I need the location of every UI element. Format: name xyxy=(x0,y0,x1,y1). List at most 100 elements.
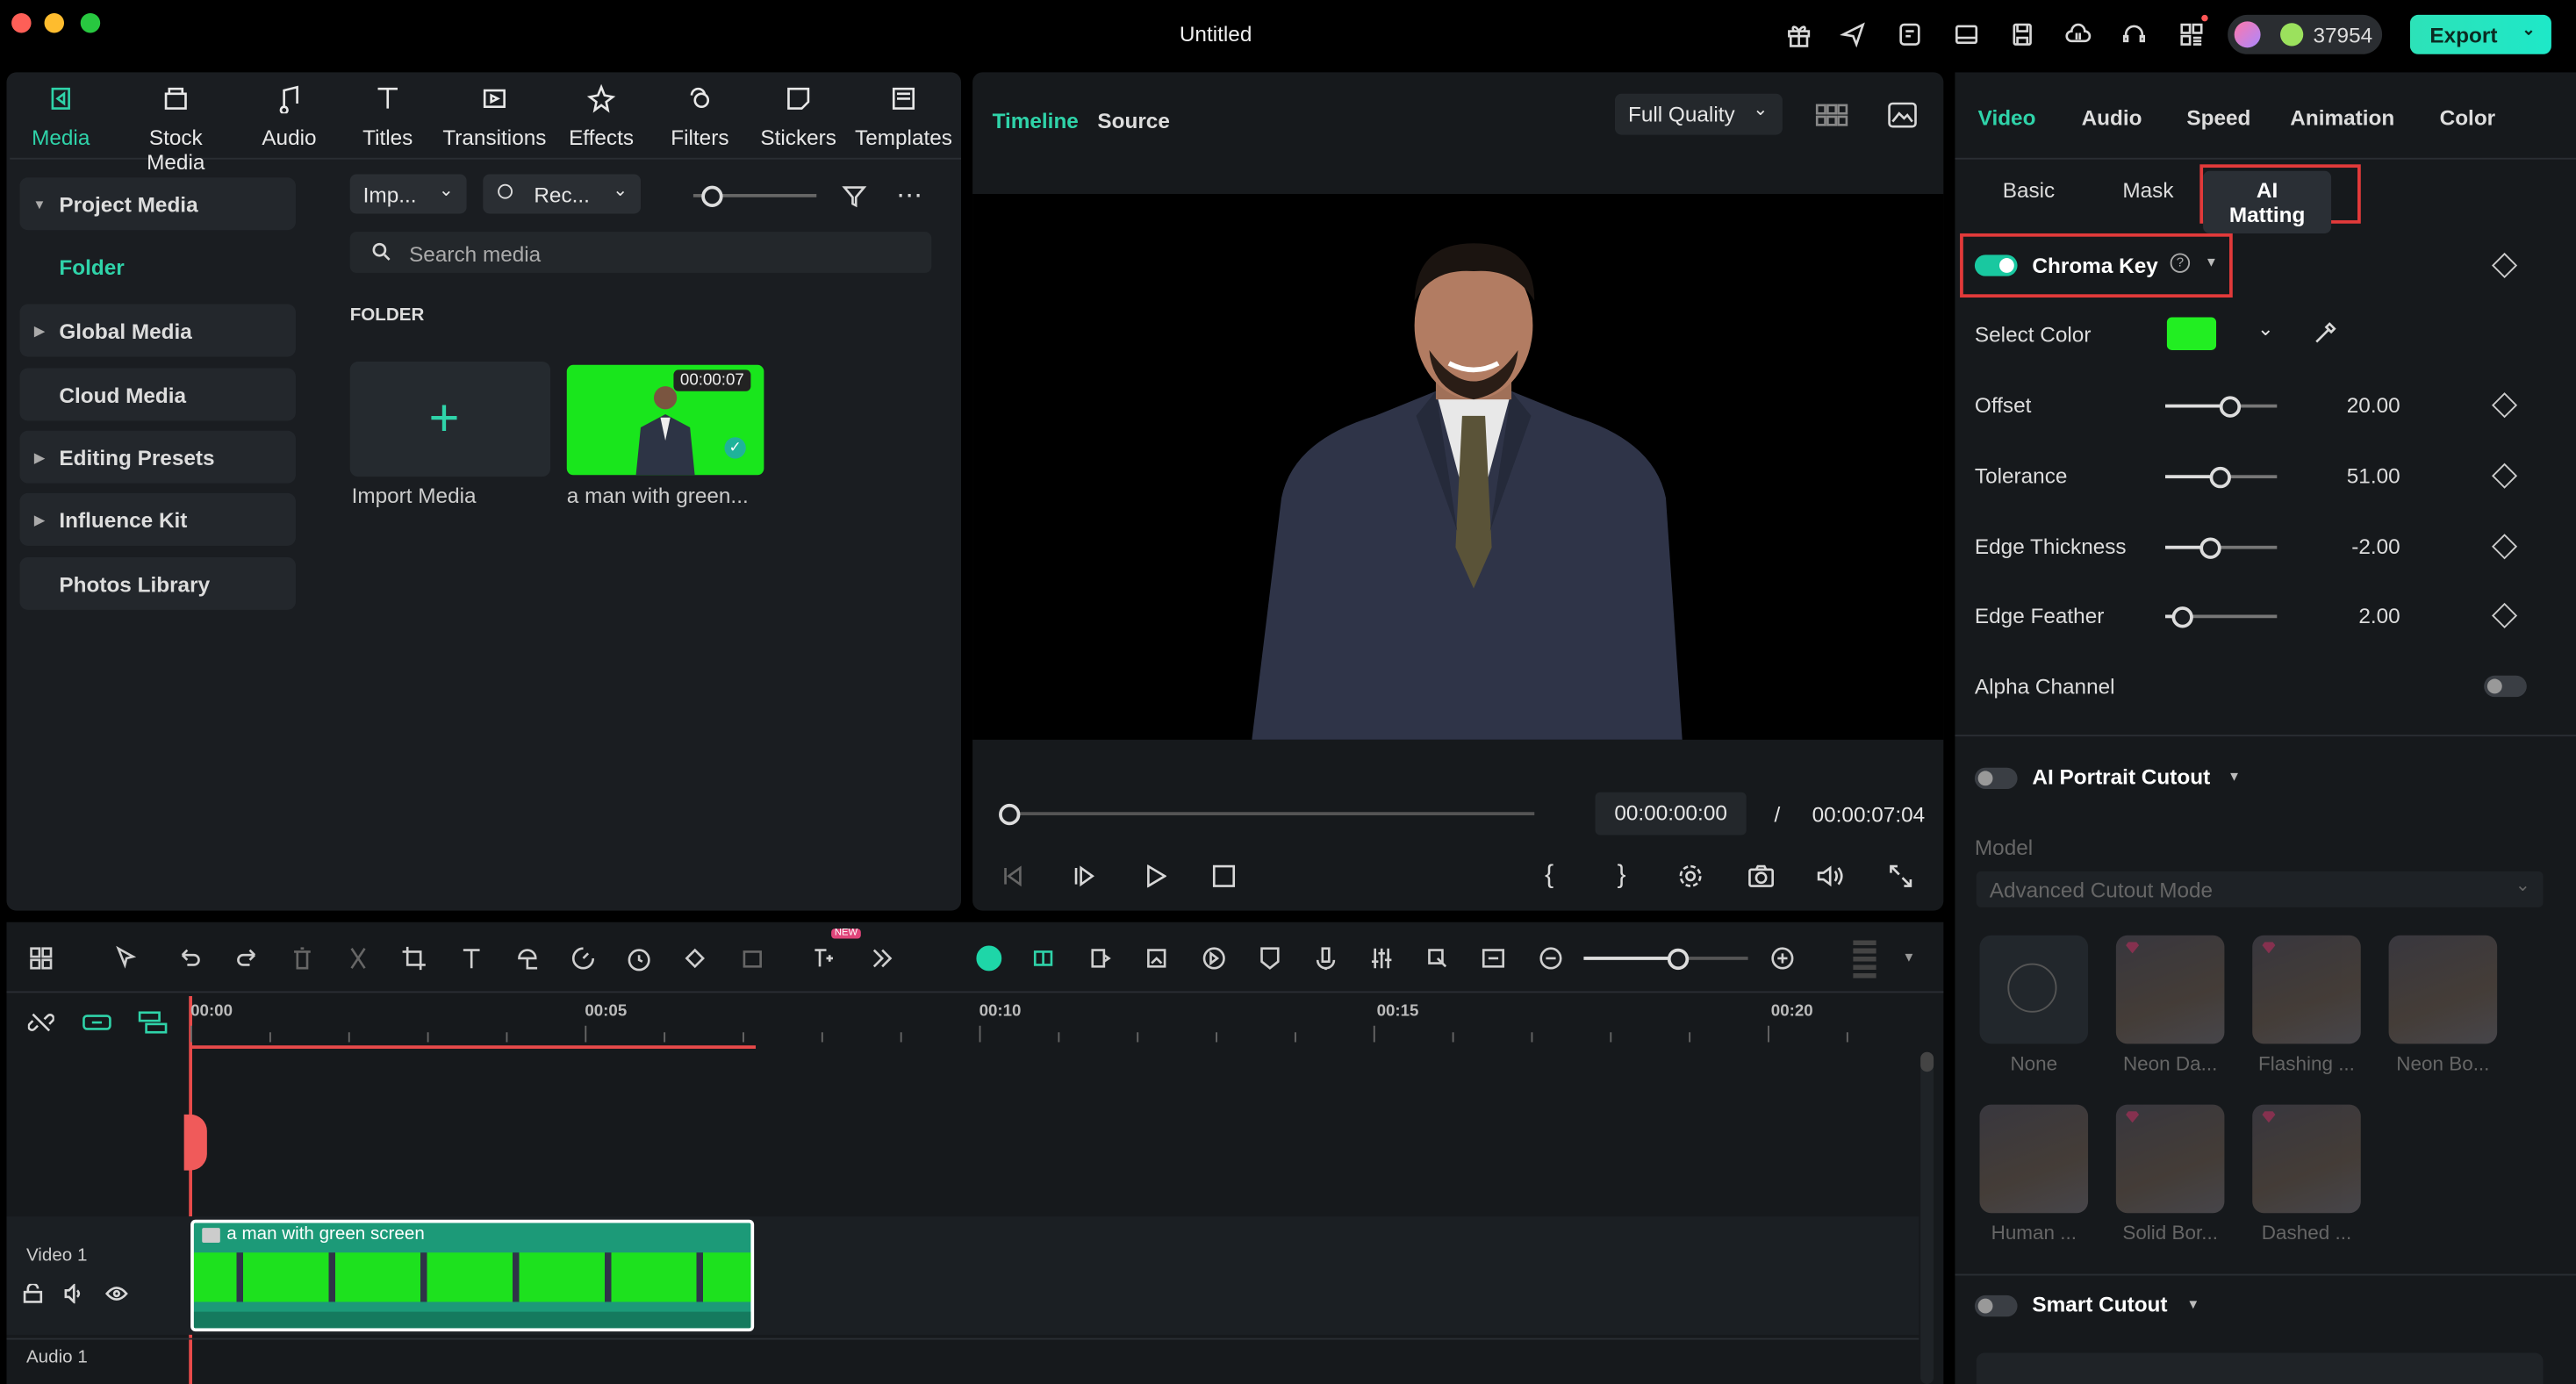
preset-5[interactable] xyxy=(2116,1105,2225,1214)
sidebar-item-global-media[interactable]: ▶Global Media xyxy=(19,305,295,357)
send-icon[interactable] xyxy=(1837,18,1869,51)
minimize-window-button[interactable] xyxy=(45,13,64,32)
lock-icon[interactable] xyxy=(21,1282,44,1305)
track-height-icon[interactable] xyxy=(1853,940,1876,979)
play-icon[interactable] xyxy=(1138,860,1171,893)
preset-6[interactable] xyxy=(2252,1105,2361,1214)
speaker-icon[interactable] xyxy=(62,1282,85,1305)
search-input[interactable]: Search media xyxy=(350,232,932,273)
help-icon[interactable]: ? xyxy=(2171,253,2190,272)
eye-icon[interactable] xyxy=(105,1282,128,1305)
smart-cutout-box[interactable] xyxy=(1977,1352,2544,1384)
sidebar-item-editing-presets[interactable]: ▶Editing Presets xyxy=(19,431,295,484)
timer-icon[interactable] xyxy=(622,942,655,974)
import-dropdown[interactable]: Imp...⌄ xyxy=(350,175,467,214)
select-tool-icon[interactable] xyxy=(110,942,142,974)
task-list-icon[interactable] xyxy=(1894,18,1927,51)
alpha-channel-toggle[interactable] xyxy=(2484,676,2527,697)
grid-icon[interactable] xyxy=(25,942,57,974)
playhead-handle[interactable] xyxy=(184,1115,207,1171)
record-dropdown[interactable]: Rec...⌄ xyxy=(483,175,641,214)
tab-color[interactable]: Color xyxy=(2440,105,2496,130)
zoom-out-icon[interactable] xyxy=(1534,942,1567,974)
split-screen-icon[interactable] xyxy=(1027,942,1059,974)
cloud-icon[interactable] xyxy=(2062,18,2094,51)
preset-4[interactable] xyxy=(1980,1105,2089,1214)
zoom-slider[interactable] xyxy=(1583,957,1747,960)
preset-0[interactable] xyxy=(1980,936,2089,1044)
time-ruler[interactable] xyxy=(186,996,1919,1052)
tab-audio[interactable]: Audio xyxy=(237,79,342,150)
audio-mixer-icon[interactable] xyxy=(1365,942,1397,974)
quality-dropdown[interactable]: Full Quality⌄ xyxy=(1615,94,1783,135)
sidebar-item-project-media[interactable]: ▼Project Media xyxy=(19,177,295,230)
offset-slider[interactable] xyxy=(2165,405,2277,408)
tab-source[interactable]: Source xyxy=(1097,109,1170,133)
more-options-icon[interactable]: ⋯ xyxy=(893,179,926,212)
tab-media[interactable]: Media xyxy=(8,79,113,150)
tab-stickers[interactable]: Stickers xyxy=(746,79,851,150)
sidebar-item-photos-library[interactable]: Photos Library xyxy=(19,557,295,610)
preset-1[interactable] xyxy=(2116,936,2225,1044)
snapshot-view-icon[interactable] xyxy=(1884,97,1920,133)
tab-timeline[interactable]: Timeline xyxy=(993,109,1079,133)
settings-icon[interactable] xyxy=(1674,860,1706,893)
tab-filters[interactable]: Filters xyxy=(647,79,752,150)
redo-icon[interactable] xyxy=(230,942,262,974)
tab-speed[interactable]: Speed xyxy=(2186,105,2250,130)
chroma-key-toggle[interactable] xyxy=(1975,255,2018,276)
expand-arrow-icon[interactable]: ▼ xyxy=(2205,255,2218,269)
motion-icon[interactable] xyxy=(1198,942,1231,974)
text-icon[interactable] xyxy=(455,942,487,974)
zoom-in-icon[interactable] xyxy=(1766,942,1798,974)
param-value[interactable]: -2.00 xyxy=(2301,534,2400,559)
next-frame-icon[interactable] xyxy=(1068,860,1101,893)
maximize-window-button[interactable] xyxy=(81,13,100,32)
preset-2[interactable] xyxy=(2252,936,2361,1044)
tab-effects[interactable]: Effects xyxy=(549,79,654,150)
ai-portrait-toggle[interactable] xyxy=(1975,768,2018,789)
more-tools-icon[interactable] xyxy=(865,942,897,974)
add-track-icon[interactable] xyxy=(134,1006,170,1038)
shape-icon[interactable] xyxy=(511,942,543,974)
sidebar-item-cloud-media[interactable]: Cloud Media xyxy=(19,369,295,421)
expand-arrow-icon[interactable]: ▼ xyxy=(2186,1297,2199,1312)
tab-stock-media[interactable]: Stock Media xyxy=(123,79,228,175)
split-icon[interactable] xyxy=(341,942,374,974)
delete-icon[interactable] xyxy=(286,942,319,974)
smart-cutout-toggle[interactable] xyxy=(1975,1295,2018,1316)
mark-in-icon[interactable]: { xyxy=(1532,860,1565,893)
tolerance-slider[interactable] xyxy=(2165,475,2277,478)
tab-transitions[interactable]: Transitions xyxy=(442,79,548,150)
save-icon[interactable] xyxy=(2006,18,2038,51)
dropdown-arrow-icon[interactable]: ▼ xyxy=(1903,950,1916,965)
subtab-mask[interactable]: Mask xyxy=(2109,171,2186,209)
link-track-icon[interactable] xyxy=(79,1006,115,1038)
mic-icon[interactable] xyxy=(1310,942,1342,974)
image-edit-icon[interactable] xyxy=(1140,942,1173,974)
edge-feather-slider[interactable] xyxy=(2165,615,2277,619)
chevron-down-icon[interactable]: ⌄ xyxy=(2257,317,2274,340)
vertical-scrollbar[interactable] xyxy=(1920,1052,1934,1384)
gift-icon[interactable] xyxy=(1783,18,1815,51)
avatar[interactable] xyxy=(2235,21,2261,47)
volume-icon[interactable] xyxy=(1813,860,1846,893)
unlink-icon[interactable] xyxy=(25,1006,57,1038)
export-frame-icon[interactable] xyxy=(1084,942,1116,974)
expand-arrow-icon[interactable]: ▼ xyxy=(2228,770,2241,785)
speed-icon[interactable] xyxy=(567,942,599,974)
export-button[interactable]: Export ⌄ xyxy=(2410,15,2551,54)
camera-icon[interactable] xyxy=(1745,860,1777,893)
edge-thickness-slider[interactable] xyxy=(2165,546,2277,549)
playback-scrubber[interactable] xyxy=(1006,812,1535,815)
chevron-down-icon[interactable]: ⌄ xyxy=(2522,21,2536,39)
layout-icon[interactable] xyxy=(1950,18,1983,51)
crop-icon[interactable] xyxy=(398,942,430,974)
undo-icon[interactable] xyxy=(174,942,206,974)
param-value[interactable]: 2.00 xyxy=(2301,603,2400,627)
sidebar-item-folder[interactable]: Folder xyxy=(19,240,295,292)
tab-video[interactable]: Video xyxy=(1978,105,2036,130)
apps-icon[interactable] xyxy=(2175,18,2207,51)
subtab-basic[interactable]: Basic xyxy=(1990,171,2068,209)
grid-view-icon[interactable] xyxy=(1813,98,1849,131)
